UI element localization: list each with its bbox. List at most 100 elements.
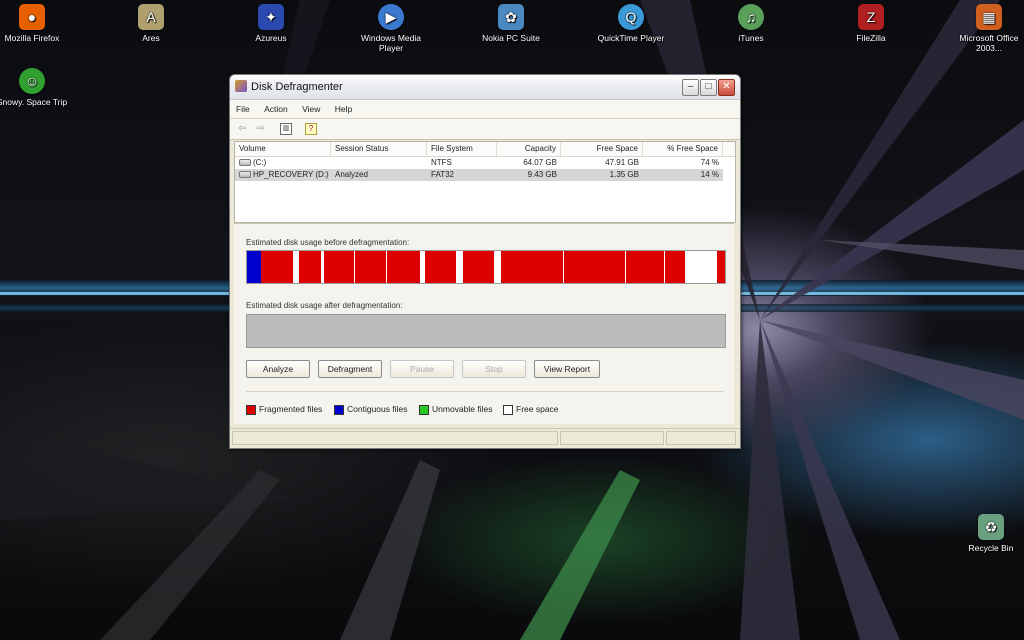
usage-segment-fragmented [626, 251, 664, 283]
legend-divider [246, 391, 724, 392]
session-status [331, 157, 427, 169]
desktop-icon-quicktime[interactable]: Q QuickTime Player [588, 4, 674, 43]
hard-drive-icon [239, 159, 251, 167]
usage-segment-free [685, 251, 717, 283]
desktop-icon-azureus[interactable]: ✦ Azureus [228, 4, 314, 43]
desktop-icon-nokia[interactable]: ✿ Nokia PC Suite [468, 4, 554, 43]
before-defrag-label: Estimated disk usage before defragmentat… [246, 238, 410, 247]
after-defrag-usage-bar [246, 314, 726, 348]
desktop-icon-label: FileZilla [856, 33, 886, 43]
usage-segment-fragmented [355, 251, 386, 283]
column-file-system[interactable]: File System [427, 142, 497, 156]
file-system: FAT32 [431, 170, 454, 179]
desktop-icon-filezilla[interactable]: Z FileZilla [828, 4, 914, 43]
desktop-icon-office[interactable]: ▦ Microsoft Office 2003... [946, 4, 1024, 53]
status-segment [666, 431, 736, 445]
column-free-space[interactable]: Free Space [561, 142, 643, 156]
capacity: 64.07 GB [523, 158, 557, 167]
status-segment [560, 431, 664, 445]
defragment-button[interactable]: Defragment [318, 360, 382, 378]
legend-contiguous: Contiguous files [334, 404, 407, 415]
show-hide-console-icon[interactable]: ▥ [280, 123, 292, 135]
analyze-button[interactable]: Analyze [246, 360, 310, 378]
usage-segment-fragmented [564, 251, 625, 283]
usage-segment-fragmented [425, 251, 456, 283]
capacity: 9.43 GB [527, 170, 557, 179]
legend-fragmented: Fragmented files [246, 404, 322, 415]
firefox-icon: ● [19, 4, 45, 30]
pct-free-space: 74 % [700, 158, 719, 167]
close-button[interactable]: ✕ [718, 79, 735, 96]
file-system: NTFS [431, 158, 452, 167]
help-icon[interactable]: ? [305, 123, 317, 135]
analysis-pane: Estimated disk usage before defragmentat… [234, 223, 734, 424]
desktop-icon-label: Snowy. Space Trip [0, 97, 68, 107]
column-capacity[interactable]: Capacity [497, 142, 561, 156]
ares-icon: A [138, 4, 164, 30]
desktop-icon-media-player[interactable]: ▶ Windows Media Player [348, 4, 434, 53]
legend-unmovable: Unmovable files [419, 404, 492, 415]
toolbar: ⇦ ⇨ ▥ ? [230, 119, 740, 140]
maximize-button[interactable]: □ [700, 79, 717, 96]
itunes-icon: ♫ [738, 4, 764, 30]
desktop-icon-snowy[interactable]: ☺ Snowy. Space Trip [0, 68, 75, 107]
recycle-bin-icon: ♻ [978, 514, 1004, 540]
usage-segment-fragmented [324, 251, 354, 283]
table-row[interactable]: HP_RECOVERY (D:) Analyzed FAT32 9.43 GB … [235, 169, 723, 181]
pct-free-space: 14 % [700, 170, 719, 179]
filezilla-icon: Z [858, 4, 884, 30]
azureus-icon: ✦ [258, 4, 284, 30]
status-segment [232, 431, 558, 445]
desktop-icon-label: Azureus [255, 33, 287, 43]
after-defrag-label: Estimated disk usage after defragmentati… [246, 301, 403, 310]
minimize-button[interactable]: – [682, 79, 699, 96]
status-bar [230, 428, 740, 448]
media-player-icon: ▶ [378, 4, 404, 30]
free-space: 47.91 GB [605, 158, 639, 167]
menu-action[interactable]: Action [258, 100, 294, 118]
back-arrow-icon[interactable]: ⇦ [236, 122, 249, 135]
stop-button[interactable]: Stop [462, 360, 526, 378]
column-pct-free-space[interactable]: % Free Space [643, 142, 723, 156]
volume-list-header: Volume Session Status File System Capaci… [235, 142, 735, 157]
desktop-icon-label: Microsoft Office 2003... [959, 33, 1019, 53]
desktop-icon-ares[interactable]: A Ares [108, 4, 194, 43]
free-space: 1.35 GB [609, 170, 639, 179]
unmovable-swatch-icon [419, 404, 429, 415]
menu-file[interactable]: File [230, 100, 256, 118]
menu-view[interactable]: View [296, 100, 326, 118]
desktop-icon-label: QuickTime Player [597, 33, 665, 43]
usage-segment-free [456, 251, 463, 283]
desktop-icon-label: Mozilla Firefox [4, 33, 60, 43]
usage-segment-free [494, 251, 501, 283]
title-bar[interactable]: Disk Defragmenter – □ ✕ [230, 75, 740, 100]
menu-bar: File Action View Help [230, 100, 740, 119]
usage-segment-fragmented [387, 251, 420, 283]
free-space-swatch-icon [503, 404, 513, 415]
usage-segment-fragmented [299, 251, 321, 283]
desktop-icon-recycle-bin[interactable]: ♻ Recycle Bin [948, 514, 1024, 553]
pause-button[interactable]: Pause [390, 360, 454, 378]
column-volume[interactable]: Volume [235, 142, 331, 156]
menu-help[interactable]: Help [329, 100, 358, 118]
volume-list: Volume Session Status File System Capaci… [234, 141, 736, 223]
hard-drive-icon [239, 171, 251, 179]
snowy-icon: ☺ [19, 68, 45, 94]
table-row[interactable]: (C:) NTFS 64.07 GB 47.91 GB 74 % [235, 157, 735, 169]
column-session-status[interactable]: Session Status [331, 142, 427, 156]
desktop-icon-label: Ares [142, 33, 160, 43]
desktop-icon-firefox[interactable]: ● Mozilla Firefox [0, 4, 75, 43]
view-report-button[interactable]: View Report [534, 360, 600, 378]
usage-segment-fragmented [501, 251, 563, 283]
forward-arrow-icon[interactable]: ⇨ [254, 122, 267, 135]
quicktime-icon: Q [618, 4, 644, 30]
window-title: Disk Defragmenter [251, 81, 343, 93]
contiguous-swatch-icon [334, 404, 344, 415]
desktop-icon-label: Recycle Bin [968, 543, 1014, 553]
usage-segment-contiguous [247, 251, 261, 283]
before-defrag-usage-bar [246, 250, 726, 284]
desktop-icon-itunes[interactable]: ♫ iTunes [708, 4, 794, 43]
fragmented-swatch-icon [246, 404, 256, 415]
desktop-icon-label: Windows Media Player [361, 33, 421, 53]
usage-segment-fragmented [261, 251, 293, 283]
